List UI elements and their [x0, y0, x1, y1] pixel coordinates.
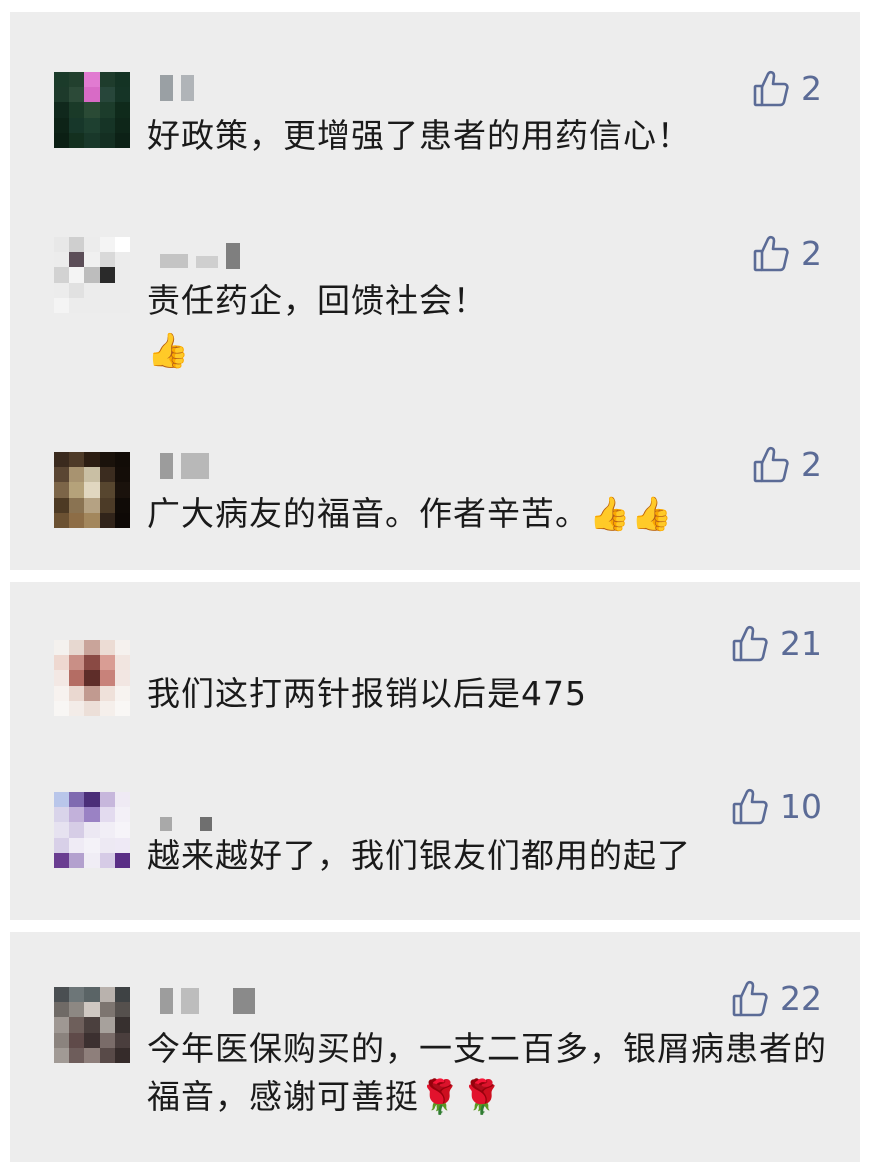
comment-text: 我们这打两针报销以后是475: [147, 674, 587, 713]
like-count: 2: [801, 69, 822, 108]
like-button[interactable]: 10: [732, 787, 822, 826]
comment-text: 广大病友的福音。作者辛苦。👍👍: [147, 494, 674, 533]
thumbs-up-icon: [753, 446, 789, 484]
thumbs-up-icon: [753, 70, 789, 108]
comment-group-3: 22 今年医保购买的，一支二百多，银屑病患者的福音，感谢可善挺🌹🌹: [10, 932, 860, 1162]
like-button[interactable]: 21: [732, 624, 822, 663]
nickname-redacted: [160, 452, 209, 480]
avatar[interactable]: [54, 72, 130, 148]
avatar[interactable]: [54, 987, 130, 1063]
like-count: 22: [780, 979, 822, 1018]
comment-text: 越来越好了，我们银友们都用的起了: [147, 836, 691, 875]
like-count: 10: [780, 787, 822, 826]
like-count: 2: [801, 445, 822, 484]
comment-text: 好政策，更增强了患者的用药信心！: [147, 116, 691, 155]
comment-text: 今年医保购买的，一支二百多，银屑病患者的福音，感谢可善挺🌹🌹: [147, 1029, 827, 1116]
nickname-redacted: [160, 987, 255, 1015]
thumbs-up-emoji: 👍: [147, 331, 190, 371]
thumbs-up-icon: [732, 980, 768, 1018]
avatar[interactable]: [54, 237, 130, 313]
comment-group-2: 21 我们这打两针报销以后是475 10 越来越好了，我们银友们都用的起了: [10, 582, 860, 920]
like-count: 21: [780, 624, 822, 663]
comment-group-1: 2 好政策，更增强了患者的用药信心！ 2 责任药企，回馈社会！ 👍 2 广大病友…: [10, 12, 860, 570]
nickname-redacted: [160, 242, 240, 270]
like-button[interactable]: 2: [753, 445, 822, 484]
like-count: 2: [801, 234, 822, 273]
avatar[interactable]: [54, 792, 130, 868]
avatar[interactable]: [54, 452, 130, 528]
nickname-redacted: [160, 74, 194, 102]
like-button[interactable]: 2: [753, 234, 822, 273]
like-button[interactable]: 2: [753, 69, 822, 108]
thumbs-up-icon: [753, 235, 789, 273]
like-button[interactable]: 22: [732, 979, 822, 1018]
thumbs-up-icon: [732, 625, 768, 663]
comment-text: 责任药企，回馈社会！: [147, 281, 487, 320]
thumbs-up-icon: [732, 788, 768, 826]
nickname-redacted: [160, 804, 212, 832]
avatar[interactable]: [54, 640, 130, 716]
